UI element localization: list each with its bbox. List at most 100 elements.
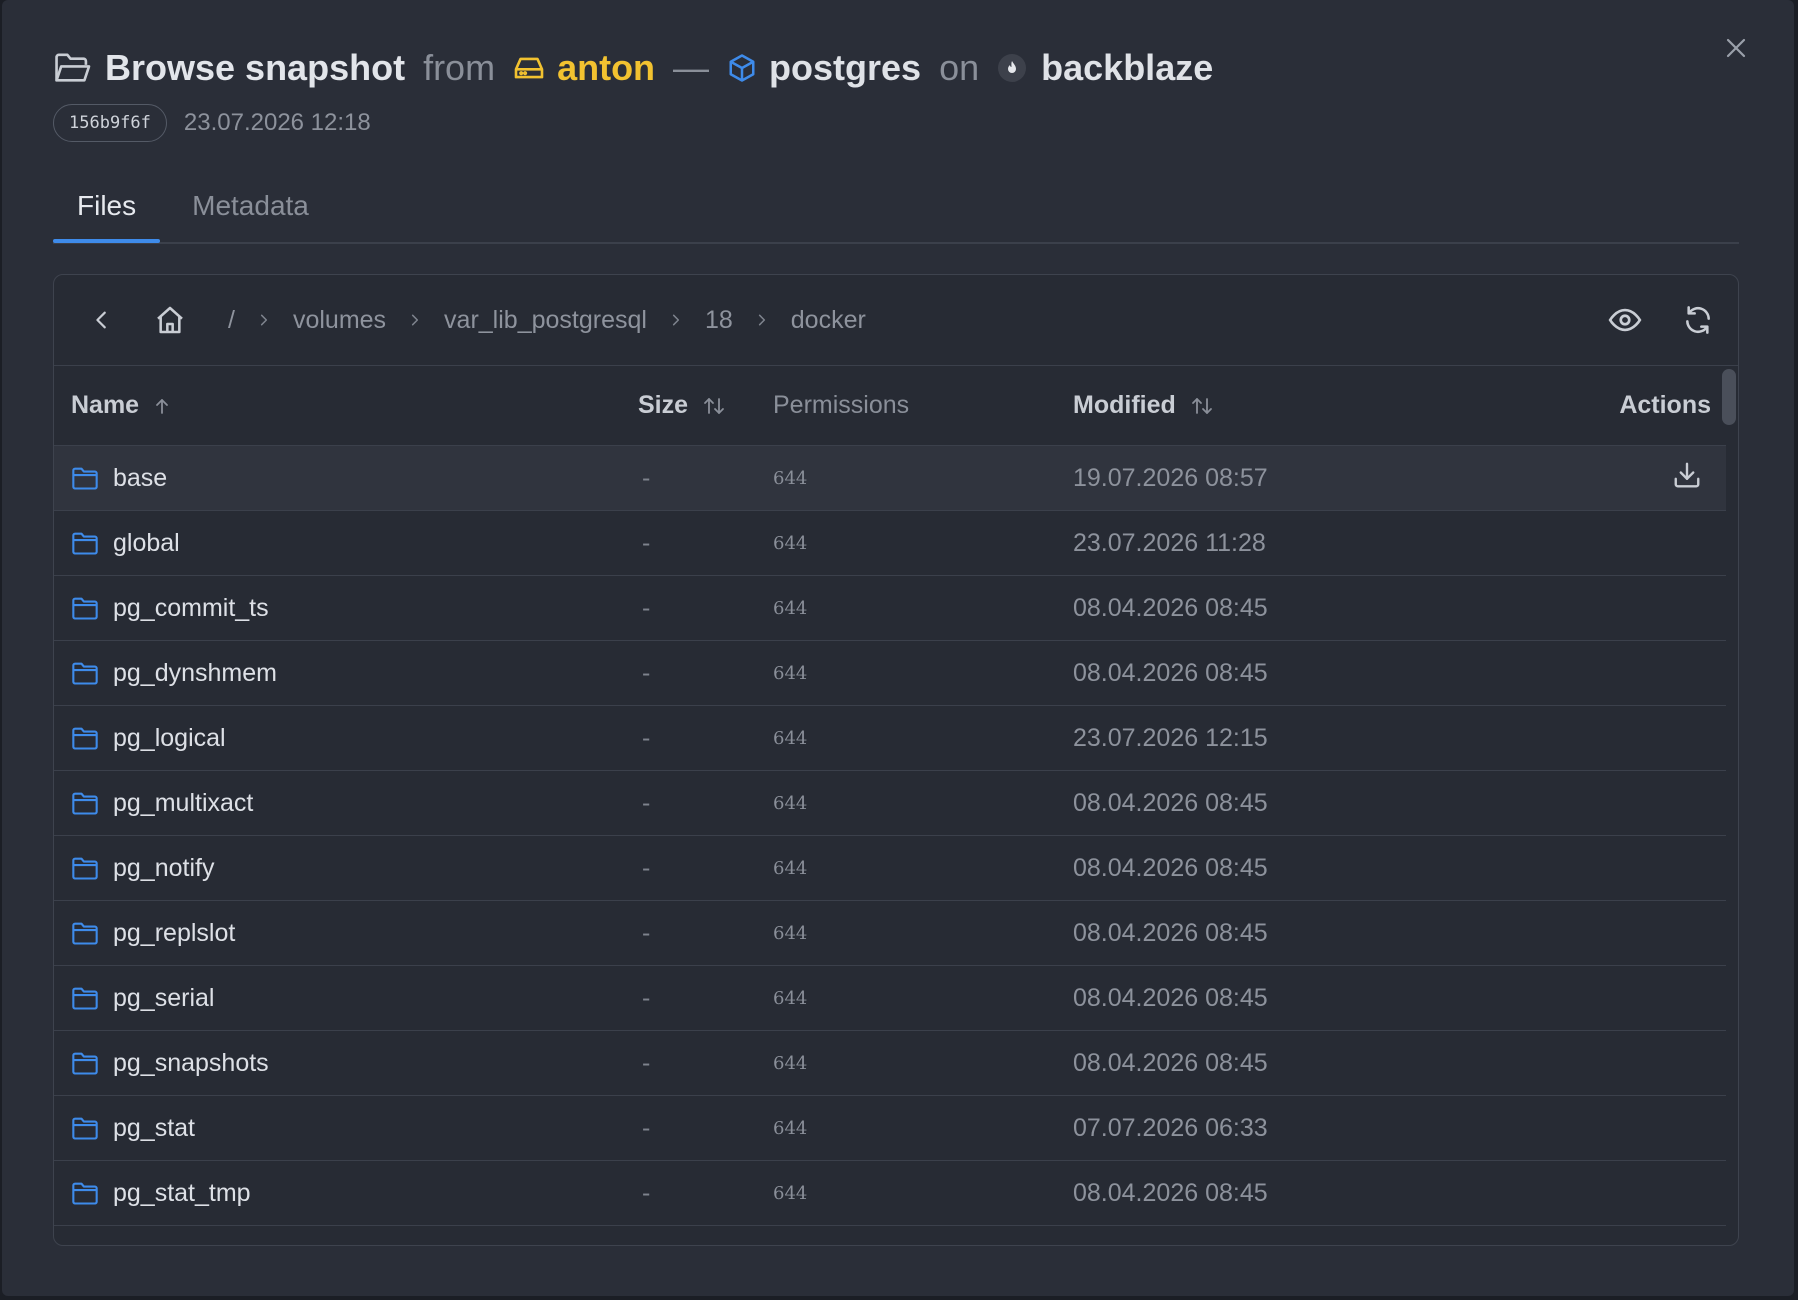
table-row[interactable]: pg_replslot - 644 08.04.2026 08:45 <box>54 900 1726 966</box>
column-size[interactable]: Size <box>638 366 773 446</box>
table-row[interactable]: pg_stat_tmp - 644 08.04.2026 08:45 <box>54 1160 1726 1226</box>
file-modified: 08.04.2026 08:45 <box>1073 640 1503 706</box>
column-size-label: Size <box>638 391 689 419</box>
file-name[interactable]: pg_commit_ts <box>113 594 269 623</box>
table-row[interactable]: pg_dynshmem - 644 08.04.2026 08:45 <box>54 640 1726 706</box>
folder-icon <box>71 726 99 750</box>
table-row[interactable]: pg_commit_ts - 644 08.04.2026 08:45 <box>54 575 1726 641</box>
column-name[interactable]: Name <box>54 366 638 446</box>
file-size: - <box>638 705 773 771</box>
file-name-cell: pg_logical <box>54 724 638 753</box>
file-size: - <box>638 1030 773 1096</box>
file-name[interactable]: pg_logical <box>113 724 226 753</box>
file-modified: 08.04.2026 08:45 <box>1073 1160 1503 1226</box>
file-name[interactable]: pg_stat <box>113 1114 195 1143</box>
file-modified: 07.07.2026 06:33 <box>1073 1095 1503 1161</box>
column-modified[interactable]: Modified <box>1073 366 1503 446</box>
file-name[interactable]: global <box>113 529 180 558</box>
folder-icon <box>71 661 99 685</box>
table-row[interactable]: pg_logical - 644 23.07.2026 12:15 <box>54 705 1726 771</box>
service-name: postgres <box>769 47 922 88</box>
file-permissions: 644 <box>773 705 1073 771</box>
file-name[interactable]: pg_serial <box>113 984 214 1013</box>
scrollbar-thumb[interactable] <box>1722 369 1736 425</box>
file-name-cell: pg_snapshots <box>54 1049 638 1078</box>
folder-icon <box>71 1051 99 1075</box>
tab-files[interactable]: Files <box>53 180 161 243</box>
browser-toolbar: / volumes var_lib_postgresql 18 docker <box>54 275 1738 366</box>
file-name[interactable]: pg_multixact <box>113 789 253 818</box>
file-actions <box>1503 705 1726 771</box>
file-name-cell: global <box>54 529 638 558</box>
file-modified: 23.07.2026 12:15 <box>1073 705 1503 771</box>
folder-icon <box>71 986 99 1010</box>
home-icon <box>157 306 183 334</box>
breadcrumb-root[interactable]: / <box>228 306 235 335</box>
toolbar-actions <box>1608 275 1714 365</box>
table-row[interactable]: pg_stat - 644 07.07.2026 06:33 <box>54 1095 1726 1161</box>
file-size: - <box>638 445 773 511</box>
close-button[interactable] <box>1718 30 1754 66</box>
folder-icon <box>71 856 99 880</box>
refresh-button[interactable] <box>1682 304 1714 336</box>
preview-button[interactable] <box>1608 303 1642 337</box>
file-name[interactable]: pg_dynshmem <box>113 659 277 688</box>
title-dash: — <box>673 47 710 88</box>
file-name[interactable]: pg_snapshots <box>113 1049 269 1078</box>
file-permissions: 644 <box>773 510 1073 576</box>
home-button[interactable] <box>150 300 190 340</box>
file-name-cell: base <box>54 464 638 493</box>
refresh-icon <box>1686 306 1710 334</box>
file-permissions: 644 <box>773 445 1073 511</box>
file-actions <box>1503 575 1726 641</box>
table-row[interactable]: base - 644 19.07.2026 08:57 <box>54 445 1726 511</box>
file-actions <box>1503 1030 1726 1096</box>
folder-open-icon <box>53 51 91 85</box>
file-name-cell: pg_replslot <box>54 919 638 948</box>
breadcrumb-docker[interactable]: docker <box>791 306 866 335</box>
snapshot-date: 23.07.2026 12:18 <box>183 109 371 136</box>
file-permissions: 644 <box>773 1030 1073 1096</box>
file-name[interactable]: pg_notify <box>113 854 214 883</box>
file-name[interactable]: pg_stat_tmp <box>113 1179 251 1208</box>
table-row[interactable]: global - 644 23.07.2026 11:28 <box>54 510 1726 576</box>
breadcrumb-var-lib-postgresql[interactable]: var_lib_postgresql <box>444 306 647 335</box>
file-size: - <box>638 770 773 836</box>
file-modified: 08.04.2026 08:45 <box>1073 575 1503 641</box>
table-row[interactable]: pg_serial - 644 08.04.2026 08:45 <box>54 965 1726 1031</box>
file-actions <box>1503 965 1726 1031</box>
box-icon <box>727 53 757 83</box>
file-modified: 23.07.2026 11:28 <box>1073 510 1503 576</box>
file-table-body: base - 644 19.07.2026 08:57 global - 644… <box>54 445 1726 1226</box>
file-name-cell: pg_stat <box>54 1114 638 1143</box>
file-modified: 19.07.2026 08:57 <box>1073 445 1503 511</box>
table-row[interactable]: pg_snapshots - 644 08.04.2026 08:45 <box>54 1030 1726 1096</box>
download-button[interactable] <box>1672 460 1702 490</box>
file-name[interactable]: pg_replslot <box>113 919 235 948</box>
browse-snapshot-modal: Browse snapshot from anton — postgres on… <box>2 0 1794 1296</box>
file-browser: / volumes var_lib_postgresql 18 docker N… <box>53 274 1739 1246</box>
modal-header: Browse snapshot from anton — postgres on… <box>53 42 1674 142</box>
file-actions <box>1503 445 1726 511</box>
host-name: anton <box>557 47 656 88</box>
tab-bar: Files Metadata <box>53 180 1739 244</box>
back-button[interactable] <box>84 302 120 338</box>
breadcrumb: / volumes var_lib_postgresql 18 docker <box>228 306 866 335</box>
file-name[interactable]: base <box>113 464 167 493</box>
file-size: - <box>638 835 773 901</box>
file-permissions: 644 <box>773 1095 1073 1161</box>
title-on: on <box>939 47 980 88</box>
eye-icon <box>1608 308 1642 332</box>
file-modified: 08.04.2026 08:45 <box>1073 965 1503 1031</box>
folder-icon <box>71 791 99 815</box>
table-row[interactable]: pg_multixact - 644 08.04.2026 08:45 <box>54 770 1726 836</box>
breadcrumb-volumes[interactable]: volumes <box>293 306 386 335</box>
column-name-label: Name <box>71 391 140 419</box>
file-actions <box>1503 510 1726 576</box>
file-actions <box>1503 835 1726 901</box>
tab-metadata[interactable]: Metadata <box>168 180 333 240</box>
arrow-up-icon <box>154 397 170 415</box>
breadcrumb-18[interactable]: 18 <box>705 306 733 335</box>
table-row[interactable]: pg_notify - 644 08.04.2026 08:45 <box>54 835 1726 901</box>
file-size: - <box>638 965 773 1031</box>
